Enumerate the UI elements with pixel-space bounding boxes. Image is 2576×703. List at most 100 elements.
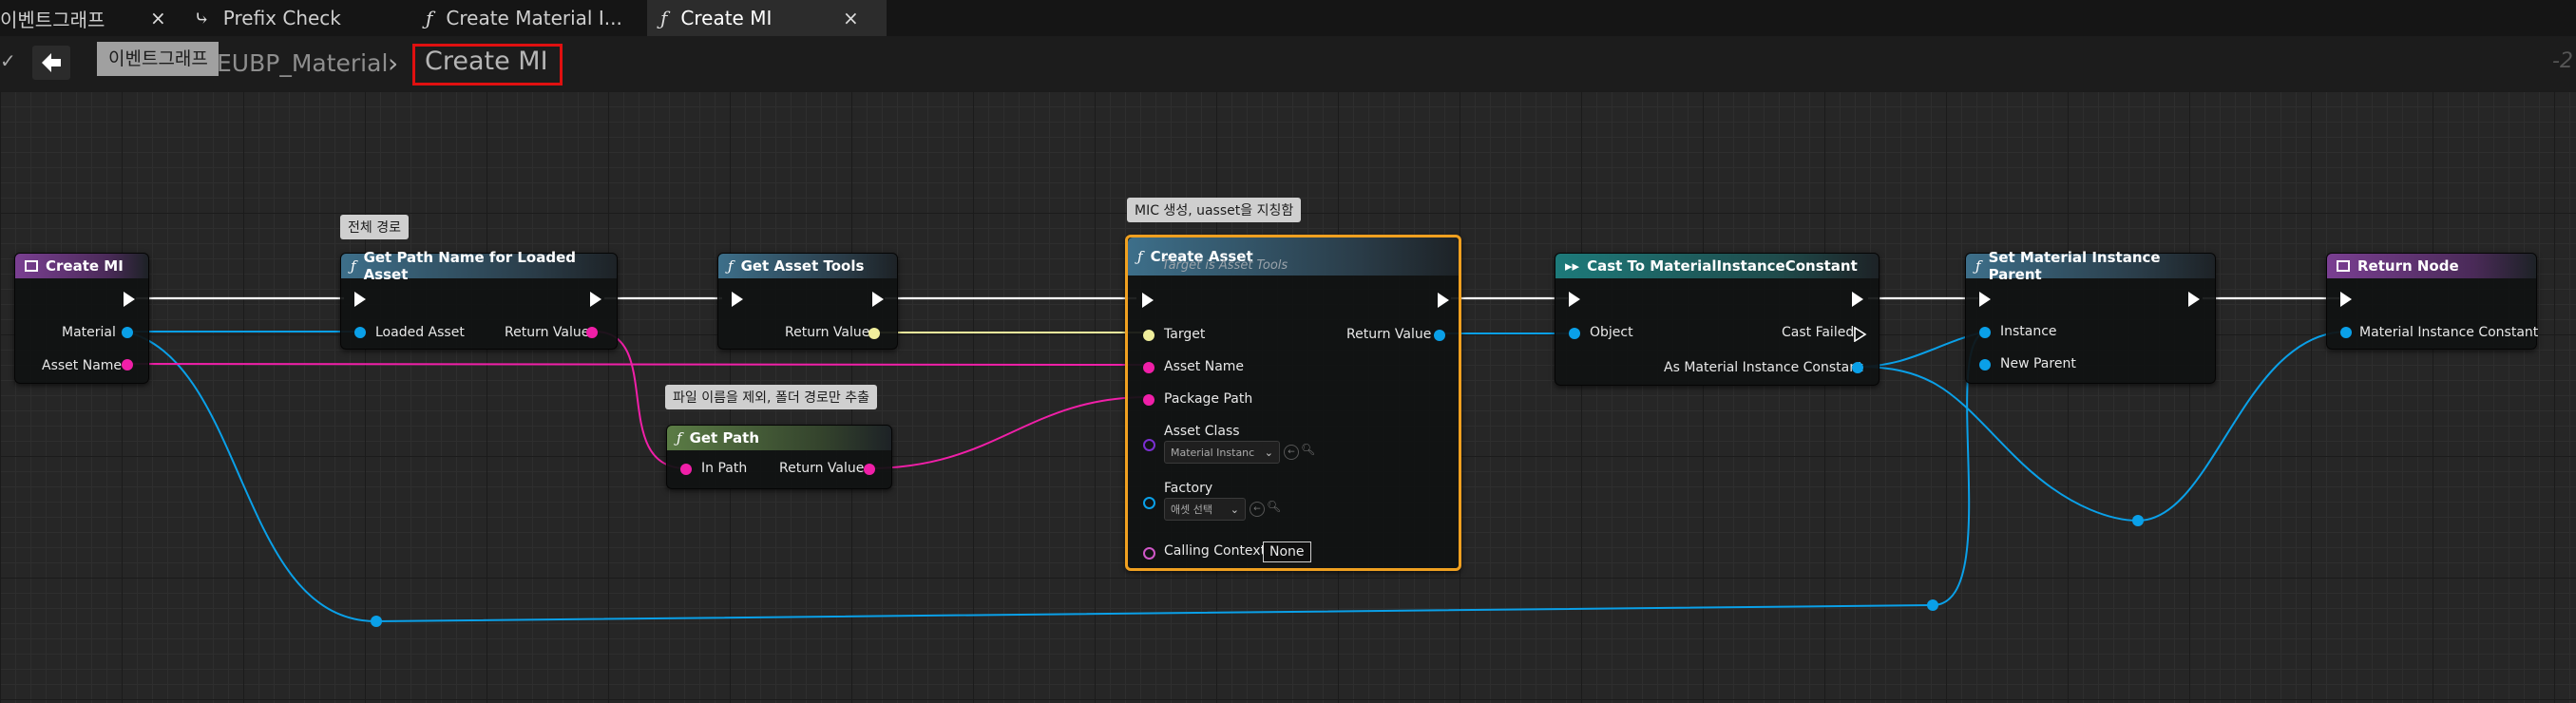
function-return-icon [2337, 260, 2350, 272]
node-header: ƒ Get Asset Tools [718, 254, 897, 278]
browse-icon[interactable]: 🔍︎ [1301, 443, 1315, 456]
pin-label: Material Instance Constant [2359, 325, 2539, 340]
return-value-pin[interactable] [868, 328, 880, 339]
return-value-pin[interactable] [1434, 330, 1445, 341]
node-header: ▸▸ Cast To MaterialInstanceConstant [1555, 254, 1879, 278]
exec-out-pin[interactable] [872, 292, 884, 307]
object-pin[interactable] [1569, 328, 1580, 339]
comment-bubble[interactable]: 전체 경로 [340, 215, 409, 239]
node-get-asset-tools[interactable]: ƒ Get Asset Tools Return Value [717, 253, 898, 350]
exec-out-pin[interactable] [1438, 293, 1449, 308]
cast-icon: ▸▸ [1565, 257, 1580, 275]
exec-out-pin[interactable] [2188, 292, 2200, 307]
exec-in-pin[interactable] [354, 292, 366, 307]
pin-label: Package Path [1164, 391, 1253, 407]
chevron-down-icon: ⌄ [1230, 503, 1239, 516]
function-icon: ƒ [1975, 257, 1981, 275]
pin-label: Return Value [1346, 327, 1432, 342]
exec-out-pin[interactable] [1852, 292, 1863, 307]
exec-out-pin[interactable] [124, 292, 135, 307]
node-title: Get Path [689, 429, 760, 446]
reroute-knot[interactable] [1927, 599, 1938, 611]
pin-label: Target [1164, 327, 1206, 342]
node-title: Get Asset Tools [740, 257, 865, 275]
asset-class-dropdown[interactable]: Material Instanc ⌄ [1164, 441, 1280, 464]
node-cast[interactable]: ▸▸ Cast To MaterialInstanceConstant Obje… [1555, 253, 1880, 386]
browse-icon[interactable]: 🔍︎ [1267, 500, 1281, 513]
instance-pin[interactable] [1979, 327, 1991, 338]
pin-label: Return Value [505, 325, 590, 340]
comment-bubble[interactable]: 파일 이름을 제외, 폴더 경로만 추출 [665, 385, 878, 409]
node-header: ƒ Get Path [667, 426, 891, 450]
as-mic-pin[interactable] [1852, 362, 1863, 373]
pin-label: New Parent [2000, 356, 2076, 371]
factory-dropdown[interactable]: 애셋 선택 ⌄ [1164, 498, 1246, 521]
function-icon: ƒ [1137, 248, 1143, 265]
pin-label: Object [1590, 325, 1633, 340]
node-header: ƒ Set Material Instance Parent [1966, 249, 2215, 283]
pin-label: Instance [2000, 324, 2057, 339]
exec-in-pin[interactable] [1142, 293, 1154, 308]
calling-context-pin[interactable] [1143, 547, 1155, 560]
target-pin[interactable] [1143, 330, 1154, 341]
new-parent-pin[interactable] [1979, 359, 1991, 370]
factory-pin[interactable] [1143, 497, 1155, 509]
asset-name-wire [124, 363, 1149, 366]
exec-in-pin[interactable] [1979, 292, 1991, 307]
node-set-parent[interactable]: ƒ Set Material Instance Parent Instance … [1965, 249, 2216, 384]
asset-name-pin[interactable] [1143, 362, 1154, 373]
exec-out-pin[interactable] [590, 292, 601, 307]
pin-label: Loaded Asset [375, 325, 465, 340]
node-get-path[interactable]: ƒ Get Path In Path Return Value [666, 425, 892, 489]
pin-label: In Path [701, 461, 748, 476]
function-icon: ƒ [728, 257, 734, 275]
calling-context-field[interactable]: None [1263, 542, 1311, 562]
material-pin[interactable] [122, 327, 133, 338]
pin-label: Cast Failed [1782, 325, 1855, 340]
node-title: Set Material Instance Parent [1988, 249, 2161, 283]
function-icon: ƒ [677, 429, 682, 446]
reroute-knot[interactable] [2132, 515, 2144, 526]
asset-name-pin[interactable] [122, 359, 133, 370]
exec-in-pin[interactable] [732, 292, 743, 307]
node-header: Return Node [2327, 254, 2536, 278]
loaded-asset-pin[interactable] [354, 327, 366, 338]
node-subtitle: Target is Asset Tools [1162, 258, 1288, 273]
return-value-pin[interactable] [864, 464, 875, 475]
exec-in-pin[interactable] [1569, 292, 1580, 307]
comment-bubble[interactable]: MIC 생성, uasset을 지칭함 [1127, 198, 1302, 222]
node-title: Return Node [2357, 257, 2459, 275]
node-create-asset[interactable]: ƒ Create Asset Target is Asset Tools Tar… [1125, 235, 1461, 571]
pin-label: Calling Context [1164, 543, 1267, 559]
node-header: Create MI [15, 254, 148, 278]
pin-label: Material [62, 325, 116, 340]
node-title: Get Path Name for Loaded Asset [363, 249, 577, 283]
exec-in-pin[interactable] [2340, 292, 2352, 307]
getpath-to-package-wire [868, 396, 1149, 469]
chevron-down-icon: ⌄ [1264, 446, 1273, 459]
pin-label: Factory [1164, 481, 1213, 496]
node-get-path-name[interactable]: ƒ Get Path Name for Loaded Asset Loaded … [340, 249, 618, 350]
node-header: ƒ Get Path Name for Loaded Asset [341, 249, 617, 283]
pin-label: Asset Class [1164, 424, 1240, 439]
reroute-knot[interactable] [371, 616, 382, 627]
node-title: Cast To MaterialInstanceConstant [1587, 257, 1858, 275]
use-selected-icon[interactable]: ← [1250, 502, 1265, 517]
dropdown-value: Material Instanc [1171, 446, 1255, 459]
pin-label: Asset Name [1164, 359, 1245, 374]
mic-pin[interactable] [2340, 327, 2352, 338]
return-value-pin[interactable] [586, 327, 598, 338]
function-entry-icon [25, 260, 38, 272]
pin-label: As Material Instance Constant [1664, 360, 1863, 375]
pin-label: Asset Name [42, 358, 123, 373]
node-create-mi[interactable]: Create MI Material Asset Name [14, 253, 149, 384]
cast-failed-exec-pin[interactable] [1854, 327, 1867, 342]
package-path-pin[interactable] [1143, 394, 1154, 406]
node-return[interactable]: Return Node Material Instance Constant [2326, 253, 2539, 350]
use-selected-icon[interactable]: ← [1284, 445, 1299, 460]
pin-label: Return Value [779, 461, 865, 476]
node-title: Create MI [46, 257, 124, 275]
in-path-pin[interactable] [680, 464, 692, 475]
asset-class-pin[interactable] [1143, 439, 1155, 451]
pin-label: Return Value [785, 325, 870, 340]
